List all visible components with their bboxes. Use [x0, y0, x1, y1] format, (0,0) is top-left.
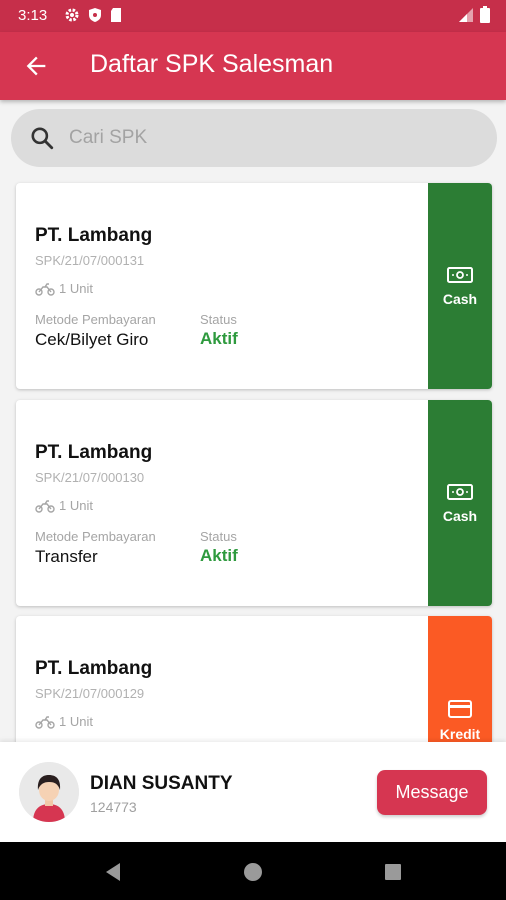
unit-label: 1 Unit — [59, 281, 93, 296]
payment-method-value: Transfer — [35, 547, 98, 566]
company-name: PT. Lambang — [35, 658, 153, 679]
user-name: DIAN SUSANTY — [90, 773, 233, 794]
nav-recents-icon[interactable] — [381, 860, 405, 884]
unit-label: 1 Unit — [59, 498, 93, 513]
payment-method-label: Metode Pembayaran — [35, 312, 156, 327]
search-icon — [31, 127, 54, 150]
payment-method-value: Cek/Bilyet Giro — [35, 330, 149, 349]
motorcycle-icon — [35, 282, 55, 296]
payment-type-label: Cash — [442, 508, 478, 524]
user-avatar-icon — [19, 762, 79, 822]
status-right-icons — [458, 6, 490, 23]
unit-count: 1 Unit — [35, 498, 93, 513]
payment-type-badge: Cash — [428, 400, 492, 606]
spk-number: SPK/21/07/000130 — [35, 470, 145, 485]
sd-card-icon — [111, 8, 121, 22]
unit-count: 1 Unit — [35, 281, 93, 296]
payment-type-badge: Cash — [428, 183, 492, 389]
payment-method-label: Metode Pembayaran — [35, 529, 156, 544]
cash-icon — [447, 484, 473, 500]
status-label: Status — [200, 529, 237, 544]
spk-number: SPK/21/07/000129 — [35, 686, 145, 701]
system-nav-bar — [0, 842, 506, 900]
nav-back-icon[interactable] — [102, 860, 126, 884]
unit-label: 1 Unit — [59, 714, 93, 729]
page-title: Daftar SPK Salesman — [90, 50, 334, 78]
status-time: 3:13 — [18, 7, 48, 24]
motorcycle-icon — [35, 715, 55, 729]
status-bar: 3:13 — [0, 0, 506, 32]
unit-count: 1 Unit — [35, 714, 93, 729]
status-value: Aktif — [200, 329, 238, 348]
spk-number: SPK/21/07/000131 — [35, 253, 145, 268]
search-bar[interactable] — [11, 109, 497, 167]
status-label: Status — [200, 312, 237, 327]
payment-type-label: Kredit — [439, 726, 481, 742]
status-icons — [64, 7, 122, 23]
settings-icon — [65, 8, 79, 22]
back-arrow-icon[interactable] — [22, 52, 50, 80]
status-value: Aktif — [200, 546, 238, 565]
search-input[interactable] — [69, 121, 469, 155]
company-name: PT. Lambang — [35, 225, 153, 246]
battery-icon — [480, 6, 490, 23]
shield-icon — [89, 8, 101, 22]
credit-card-icon — [448, 700, 472, 718]
signal-icon — [459, 7, 473, 22]
avatar — [19, 762, 79, 822]
motorcycle-icon — [35, 499, 55, 513]
payment-type-label: Cash — [442, 291, 478, 307]
spk-card[interactable]: PT. Lambang SPK/21/07/000131 1 Unit Meto… — [16, 183, 492, 389]
app-bar: Daftar SPK Salesman — [0, 32, 506, 100]
cash-icon — [447, 267, 473, 283]
user-panel: DIAN SUSANTY 124773 Message — [0, 742, 506, 842]
message-button[interactable]: Message — [377, 770, 487, 815]
nav-home-icon[interactable] — [241, 860, 265, 884]
user-id: 124773 — [90, 799, 137, 815]
spk-card[interactable]: PT. Lambang SPK/21/07/000130 1 Unit Meto… — [16, 400, 492, 606]
company-name: PT. Lambang — [35, 442, 153, 463]
